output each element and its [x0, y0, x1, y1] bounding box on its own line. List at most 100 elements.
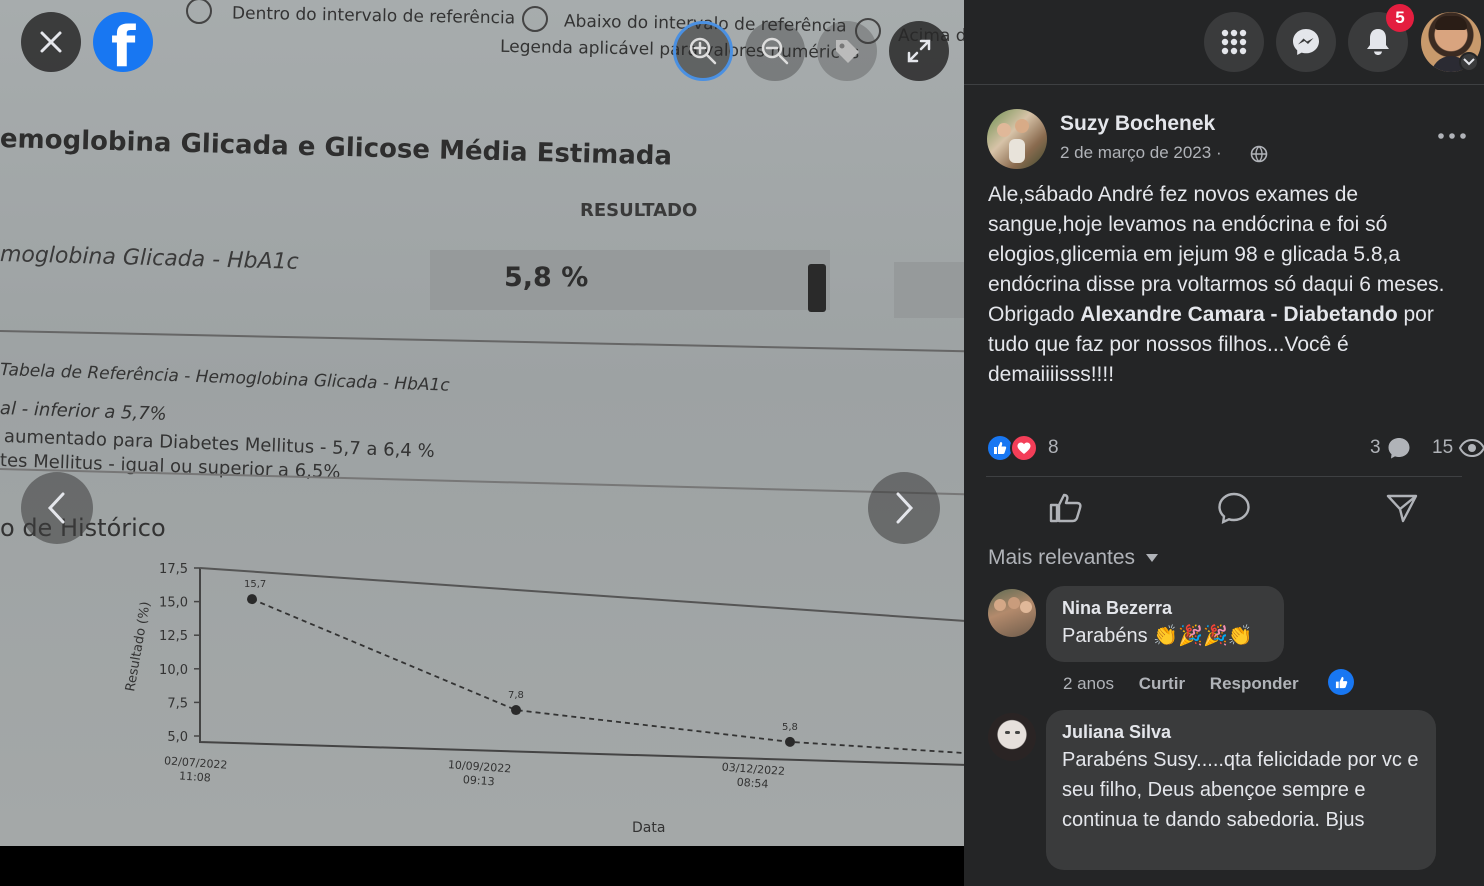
more-options-button[interactable]	[1434, 122, 1470, 150]
comment-like-reaction-icon[interactable]	[1328, 669, 1354, 695]
previous-photo-button[interactable]	[21, 472, 93, 544]
fullscreen-button[interactable]	[889, 21, 949, 81]
facebook-logo-icon[interactable]: f	[93, 12, 153, 72]
chart-point	[785, 736, 795, 747]
chevron-left-icon	[47, 492, 65, 524]
like-icon	[1049, 493, 1082, 523]
exam-value: 5,8 %	[504, 262, 589, 293]
post-author[interactable]: Suzy Bochenek	[1060, 112, 1215, 136]
share-icon	[1386, 494, 1418, 523]
zoom-out-button[interactable]	[745, 21, 805, 81]
topbar-divider	[964, 84, 1484, 85]
chart-series-line	[251, 598, 964, 754]
author-avatar[interactable]	[987, 109, 1047, 169]
comment-like-link[interactable]: Curtir	[1139, 674, 1185, 693]
comment-text: Parabéns Susy.....qta felicidade por vc …	[1062, 749, 1419, 831]
chart-xtick-date: 02/07/2022	[164, 754, 228, 771]
comment-author[interactable]: Juliana Silva	[1062, 722, 1420, 743]
comment-time[interactable]: 2 anos	[1063, 674, 1114, 693]
legend-down-icon	[522, 6, 548, 32]
chart-ytick-label: 12,5	[159, 629, 188, 644]
comment-bubble: Juliana Silva Parabéns Susy.....qta feli…	[1046, 710, 1436, 870]
post-date-separator: ·	[1215, 143, 1222, 162]
result-box-right	[894, 262, 964, 318]
close-icon	[40, 31, 62, 53]
chart-ytick-label: 10,0	[159, 663, 188, 678]
fullscreen-icon	[907, 39, 931, 63]
chart-ylabel: Resultado (%)	[123, 601, 154, 693]
post-mention[interactable]: Alexandre Camara - Diabetando	[1080, 303, 1397, 326]
messenger-button[interactable]	[1276, 12, 1336, 72]
messenger-icon	[1293, 29, 1319, 55]
reactions-count[interactable]: 8	[1048, 437, 1059, 459]
grid-menu-icon	[1221, 29, 1247, 55]
photo-viewer: Dentro do intervalo de referência Abaixo…	[0, 0, 964, 886]
result-marker	[808, 264, 826, 312]
chart-ytick-label: 17,5	[159, 562, 188, 577]
comment-bubble: Nina Bezerra Parabéns 👏🎉🎉👏	[1046, 586, 1284, 662]
comment-count-icon	[1388, 438, 1410, 459]
more-options-icon	[1438, 133, 1466, 139]
chart-point	[511, 705, 521, 716]
chart-xtick-time: 09:13	[462, 773, 495, 788]
zoom-out-icon	[761, 37, 789, 65]
zoom-in-icon	[689, 37, 717, 65]
love-reaction-icon	[1010, 434, 1038, 462]
divider-line	[0, 330, 964, 353]
ref-line1: al - inferior a 5,7%	[0, 398, 168, 425]
post-date-text[interactable]: 2 de março de 2023	[1060, 143, 1211, 162]
chevron-right-icon	[896, 492, 914, 524]
comments-filter[interactable]: Mais relevantes	[988, 546, 1159, 570]
comment-avatar[interactable]	[988, 713, 1036, 761]
ref-table-title: Tabela de Referência - Hemoglobina Glica…	[0, 360, 451, 396]
close-viewer-button[interactable]	[21, 12, 81, 72]
chart-ytick-label: 5,0	[167, 730, 188, 745]
tag-button[interactable]	[817, 21, 877, 81]
zoom-in-button[interactable]	[673, 21, 733, 81]
comment-author[interactable]: Nina Bezerra	[1062, 598, 1268, 619]
reactions-summary[interactable]: 8	[986, 434, 1106, 462]
next-photo-button[interactable]	[868, 472, 940, 544]
comments-count-link[interactable]: 3	[1370, 436, 1411, 460]
chart-ytick-label: 15,0	[159, 596, 188, 611]
post-text: Ale,sábado André fez novos exames de san…	[988, 180, 1476, 390]
chart-top-border	[199, 567, 964, 622]
chart-point-label: 7,8	[508, 690, 524, 701]
comment-reply-link[interactable]: Responder	[1210, 674, 1299, 693]
notifications-badge: 5	[1386, 4, 1414, 32]
tag-icon	[836, 40, 859, 63]
share-button[interactable]	[1370, 484, 1434, 532]
chart-point-label: 5,8	[782, 722, 798, 733]
comment-avatar[interactable]	[988, 589, 1036, 637]
caret-down-icon	[1146, 554, 1159, 562]
comment-button[interactable]	[1202, 484, 1266, 532]
exam-name: moglobina Glicada - HbA1c	[0, 242, 300, 275]
chart-xtick-date: 10/09/2022	[447, 758, 511, 775]
chart-xtick-time: 08:54	[736, 776, 769, 791]
actions-top-divider	[986, 476, 1462, 477]
menu-button[interactable]	[1204, 12, 1264, 72]
chart-point-label: 15,7	[244, 579, 266, 590]
viewer-bottom-bar	[0, 846, 964, 886]
legend-check-icon	[186, 0, 212, 24]
comments-count[interactable]: 3	[1370, 437, 1381, 459]
post-date[interactable]: 2 de março de 2023 ·	[1060, 143, 1222, 163]
bell-icon	[1367, 29, 1389, 55]
views-count[interactable]: 15	[1432, 437, 1453, 459]
chart-axes	[199, 568, 964, 766]
post-panel: 5 Suzy Bochenek 2 de março de 2023 · Ale…	[964, 0, 1484, 886]
views-count-link[interactable]: 15	[1432, 436, 1484, 460]
comments-filter-label[interactable]: Mais relevantes	[988, 546, 1135, 570]
like-button[interactable]	[1034, 484, 1098, 532]
result-box	[430, 250, 830, 310]
history-chart: 5,0 7,5 10,0 12,5 15,0 17,5 Resultado (%) 15,7 0…	[123, 562, 964, 791]
comment-meta: 2 anos Curtir Responder	[1063, 674, 1299, 694]
account-menu-button[interactable]	[1459, 52, 1479, 72]
section-title: emoglobina Glicada e Glicose Média Estim…	[0, 124, 673, 172]
public-globe-icon	[1250, 145, 1268, 163]
chart-xtick-date: 03/12/2022	[721, 761, 785, 778]
resultado-label: RESULTADO	[580, 200, 698, 221]
chevron-down-icon	[1463, 58, 1475, 66]
photo: Dentro do intervalo de referência Abaixo…	[0, 0, 964, 846]
comment-icon	[1218, 492, 1250, 524]
